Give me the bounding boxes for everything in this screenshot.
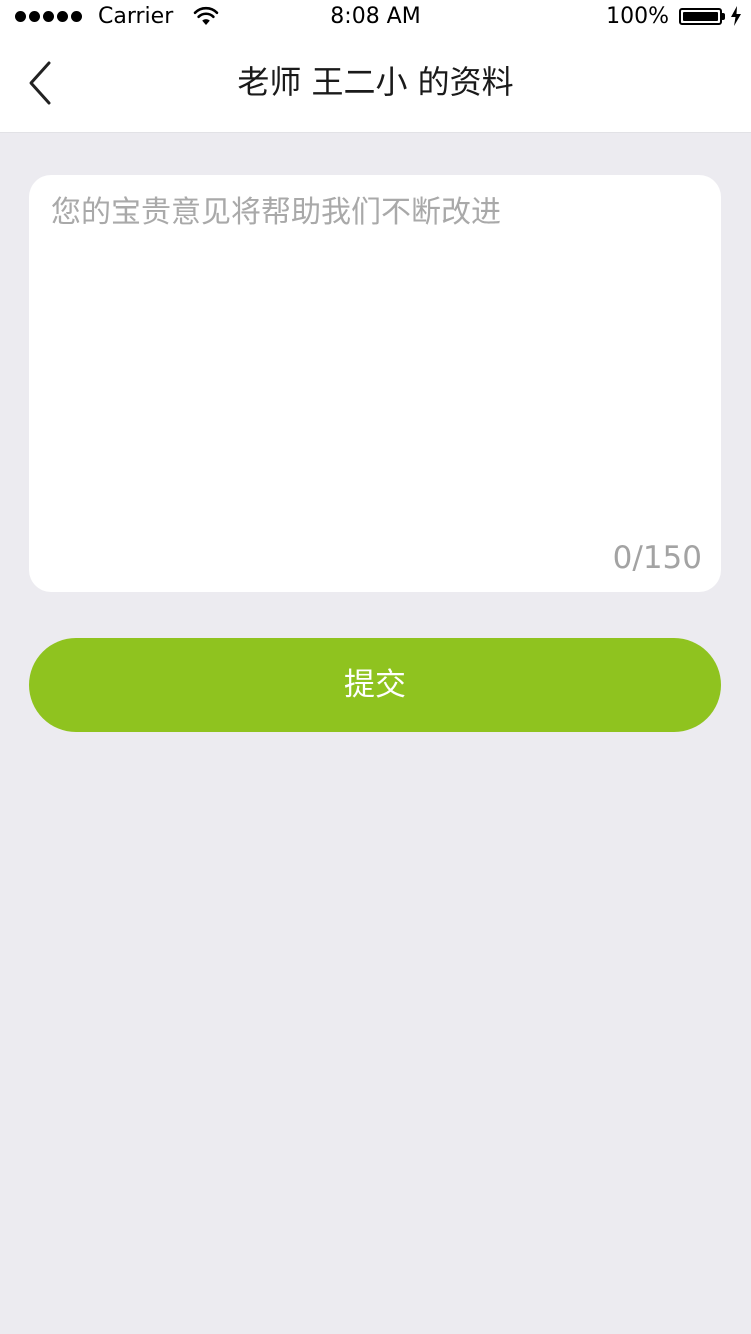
battery-percent: 100% [606,4,669,29]
charging-bolt-icon [731,6,741,26]
feedback-card: 0/150 [29,175,721,592]
page-title: 老师 王二小 的资料 [237,63,514,101]
submit-button[interactable]: 提交 [29,638,721,732]
top-bar: Carrier 8:08 AM 100% 老师 王二小 的资料 [0,0,751,133]
battery-tip [722,13,725,20]
nav-bar: 老师 王二小 的资料 [0,36,751,133]
char-counter: 0/150 [612,540,702,576]
screen: Carrier 8:08 AM 100% 老师 王二小 的资料 0 [0,0,751,1334]
status-bar: Carrier 8:08 AM 100% [0,0,751,36]
battery-icon [679,8,722,25]
feedback-input[interactable] [51,191,699,531]
battery-fill [683,12,718,21]
